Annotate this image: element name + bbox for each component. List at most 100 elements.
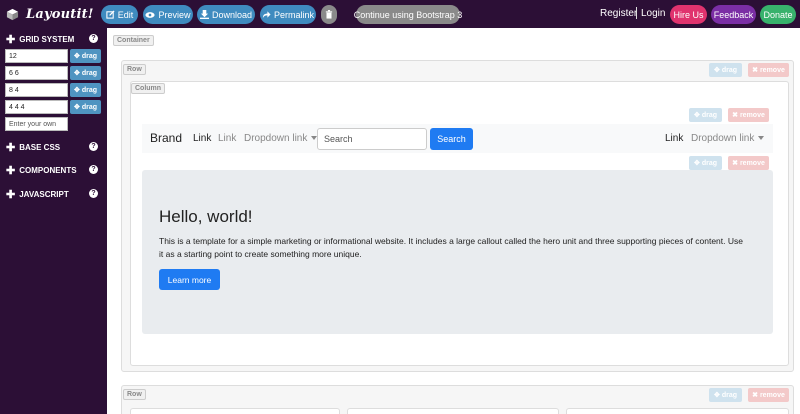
jumbotron-component: Hello, world! This is a template for a s…	[142, 170, 773, 334]
logo[interactable]: Layoutit!	[6, 7, 94, 22]
download-button[interactable]: Download	[197, 5, 255, 24]
base-css-header[interactable]: ✚ BASE CSS	[6, 141, 60, 154]
sidebar: ✚ GRID SYSTEM ? ✥ drag ✥ drag ✥ drag ✥ d…	[0, 28, 107, 414]
custom-grid-input[interactable]	[5, 117, 68, 131]
feedback-button[interactable]: Feedback	[711, 5, 756, 24]
hire-us-button[interactable]: Hire Us	[670, 5, 707, 24]
share-icon	[262, 11, 271, 19]
dropdown-label: Dropdown link	[244, 133, 308, 144]
trash-icon	[325, 10, 333, 19]
navbar-component: Brand Link Link Dropdown link Search Lin…	[142, 124, 773, 153]
hire-us-label: Hire Us	[673, 9, 704, 20]
top-bar: Layoutit! Edit Preview Download Permalin…	[0, 0, 800, 28]
column-box[interactable]	[130, 408, 340, 414]
grid-row-input[interactable]	[5, 100, 68, 114]
nav-dropdown[interactable]: Dropdown link	[244, 133, 318, 144]
row-tag: Row	[123, 389, 146, 400]
nav-link-active[interactable]: Link	[193, 133, 211, 144]
navbar-brand[interactable]: Brand	[150, 131, 182, 145]
javascript-header[interactable]: ✚ JAVASCRIPT	[6, 188, 69, 201]
drag-label: drag	[81, 103, 97, 111]
column-tag: Column	[131, 83, 166, 94]
plus-icon: ✚	[6, 34, 16, 46]
row-remove-button[interactable]: ✖ remove	[748, 63, 789, 77]
drag-label: drag	[721, 391, 737, 399]
component-drag-button[interactable]: ✥ drag	[689, 108, 722, 122]
remove-label: remove	[759, 66, 785, 74]
component-drag-button[interactable]: ✥ drag	[689, 156, 722, 170]
javascript-label: JAVASCRIPT	[19, 190, 69, 199]
drag-handle[interactable]: ✥ drag	[70, 100, 101, 114]
remove-label: remove	[739, 111, 765, 119]
download-icon	[199, 10, 209, 19]
permalink-button[interactable]: Permalink	[260, 5, 316, 24]
container-tag: Container	[113, 35, 154, 46]
grid-row-input[interactable]	[5, 49, 68, 63]
plus-icon: ✚	[6, 142, 16, 154]
grid-system-header[interactable]: ✚ GRID SYSTEM	[6, 33, 74, 46]
component-remove-button[interactable]: ✖ remove	[728, 108, 769, 122]
nav-link[interactable]: Link	[218, 133, 236, 144]
grid-row-input[interactable]	[5, 66, 68, 80]
bootstrap-version-button[interactable]: Continue using Bootstrap 3	[353, 5, 463, 24]
row-drag-button[interactable]: ✥ drag	[709, 63, 742, 77]
permalink-label: Permalink	[273, 9, 314, 20]
drag-label: drag	[701, 159, 717, 167]
row-tag: Row	[123, 64, 146, 75]
cube-icon	[6, 8, 19, 20]
bootstrap-version-label: Continue using Bootstrap 3	[353, 9, 463, 20]
navbar-search-button[interactable]: Search	[430, 128, 473, 150]
components-label: COMPONENTS	[19, 166, 77, 175]
drag-label: drag	[81, 86, 97, 94]
register-link[interactable]: Register	[600, 8, 637, 19]
column-box[interactable]	[566, 408, 789, 414]
learn-more-label: Learn more	[167, 274, 212, 285]
components-header[interactable]: ✚ COMPONENTS	[6, 164, 77, 177]
nav-right-dropdown[interactable]: Dropdown link	[691, 133, 765, 144]
help-icon[interactable]: ?	[89, 165, 98, 174]
plus-icon: ✚	[6, 189, 16, 201]
app-title: Layoutit!	[26, 6, 94, 22]
clear-button[interactable]	[321, 5, 337, 24]
move-icon: ✥	[74, 104, 80, 111]
eye-icon	[145, 11, 156, 18]
drag-handle[interactable]: ✥ drag	[70, 66, 101, 80]
drag-label: drag	[81, 69, 97, 77]
row-drag-button[interactable]: ✥ drag	[709, 388, 742, 402]
dropdown-label: Dropdown link	[691, 133, 755, 144]
nav-right-link[interactable]: Link	[665, 133, 683, 144]
donate-button[interactable]: Donate	[760, 5, 796, 24]
drag-handle[interactable]: ✥ drag	[70, 83, 101, 97]
preview-label: Preview	[158, 9, 191, 20]
edit-label: Edit	[117, 9, 134, 20]
grid-row-input[interactable]	[5, 83, 68, 97]
divider	[636, 7, 637, 19]
drag-handle[interactable]: ✥ drag	[70, 49, 101, 63]
navbar-search-input[interactable]	[317, 128, 427, 150]
remove-label: remove	[759, 391, 785, 399]
drag-label: drag	[81, 52, 97, 60]
jumbotron-text: This is a template for a simple marketin…	[159, 236, 743, 259]
plus-icon: ✚	[6, 165, 16, 177]
help-icon[interactable]: ?	[89, 34, 98, 43]
caret-down-icon	[758, 136, 765, 141]
download-label: Download	[211, 9, 253, 20]
login-link[interactable]: Login	[641, 8, 665, 19]
learn-more-button[interactable]: Learn more	[159, 269, 220, 290]
base-css-label: BASE CSS	[19, 143, 61, 152]
preview-button[interactable]: Preview	[143, 5, 193, 24]
remove-label: remove	[739, 159, 765, 167]
component-remove-button[interactable]: ✖ remove	[728, 156, 769, 170]
drag-label: drag	[721, 66, 737, 74]
row-remove-button[interactable]: ✖ remove	[748, 388, 789, 402]
help-icon[interactable]: ?	[89, 189, 98, 198]
drag-label: drag	[701, 111, 717, 119]
feedback-label: Feedback	[713, 9, 754, 20]
jumbotron-title: Hello, world!	[159, 207, 253, 226]
column-box[interactable]	[347, 408, 559, 414]
move-icon: ✥	[74, 87, 80, 94]
edit-button[interactable]: Edit	[101, 5, 138, 24]
search-button-label: Search	[437, 134, 466, 144]
help-icon[interactable]: ?	[89, 142, 98, 151]
move-icon: ✥	[74, 53, 80, 60]
